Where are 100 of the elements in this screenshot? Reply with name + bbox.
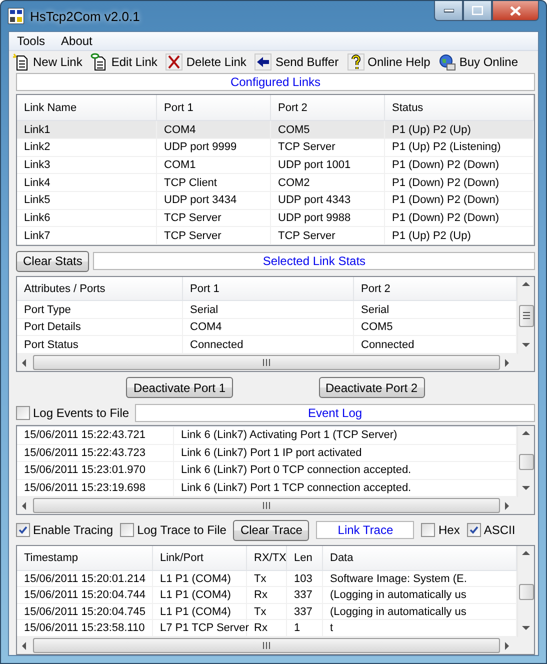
table-row[interactable]: 15/06/2011 15:22:43.723 Link 6 (Link7) Port 1 IP port activated — [17, 444, 517, 462]
vertical-scrollbar[interactable] — [517, 546, 534, 637]
column-header[interactable]: Timestamp — [17, 546, 153, 570]
column-header[interactable]: Link/Port — [153, 546, 247, 570]
scroll-left-arrow-icon[interactable] — [21, 502, 29, 510]
deactivate-port-button[interactable]: Deactivate Port 1 — [126, 377, 232, 398]
table-cell: 15/06/2011 15:22:43.721 — [24, 429, 146, 442]
scroll-thumb[interactable] — [33, 638, 500, 653]
scroll-right-arrow-icon[interactable] — [504, 642, 512, 650]
deactivate-port-button[interactable]: Deactivate Port 2 — [318, 377, 425, 398]
window-title: HsTcp2Com v2.0.1 — [30, 8, 140, 24]
minimize-button[interactable] — [434, 1, 463, 21]
toolbar-button[interactable]: Edit Link — [90, 53, 158, 71]
clear-stats-button[interactable]: Clear Stats — [16, 250, 90, 272]
check-mark-icon — [468, 525, 479, 535]
table-row[interactable]: 15/06/2011 15:20:04.744 L1 P1 (COM4) Rx 337 (Logging in automatically us — [17, 587, 517, 604]
ascii-checkbox[interactable]: ASCII — [466, 523, 516, 537]
scroll-down-arrow-icon[interactable] — [522, 485, 530, 493]
scroll-thumb[interactable] — [518, 454, 534, 470]
scroll-down-arrow-icon[interactable] — [522, 625, 530, 633]
table-row[interactable]: Port Status Connected Connected — [17, 336, 517, 354]
vertical-scrollbar[interactable] — [517, 277, 534, 354]
table-cell: Port Status — [24, 338, 78, 351]
minimize-icon — [444, 8, 454, 12]
table-row[interactable]: Link3 COM1 UDP port 1001 P1 (Down) P2 (Down) — [17, 156, 534, 174]
toolbar-button[interactable]: Online Help — [346, 53, 430, 71]
scroll-left-arrow-icon[interactable] — [21, 358, 29, 366]
edit-document-icon — [90, 53, 108, 71]
table-cell: Software Image: System (E. — [330, 572, 467, 585]
table-cell: Serial — [190, 304, 218, 316]
scroll-thumb[interactable] — [33, 355, 500, 370]
table-row[interactable]: 15/06/2011 15:23:58.110 L7 P1 TCP Server Rx 1 t — [17, 620, 517, 637]
column-header[interactable]: Port 2 — [271, 95, 385, 120]
table-cell: 15/06/2011 15:23:01.970 — [24, 464, 146, 476]
close-button[interactable] — [492, 1, 539, 21]
table-row[interactable]: 15/06/2011 15:22:43.721 Link 6 (Link7) Activating Port 1 (TCP Server) — [17, 427, 517, 444]
table-cell: TCP Client — [164, 176, 217, 189]
section-caption: Link Trace — [316, 521, 414, 539]
table-cell: Link1 — [24, 124, 50, 136]
table-row[interactable]: Port Details COM4 COM5 — [17, 318, 517, 336]
table-cell: (Logging in automatically us — [330, 606, 466, 618]
scroll-thumb[interactable] — [33, 498, 500, 513]
column-header[interactable]: RX/TX — [247, 546, 287, 570]
column-header[interactable]: Len — [287, 546, 323, 570]
table-cell: 337 — [294, 606, 312, 618]
table-row[interactable]: Link4 TCP Client COM2 P1 (Down) P2 (Down) — [17, 174, 534, 192]
toolbar-button[interactable]: Delete Link — [165, 53, 246, 71]
horizontal-scrollbar[interactable] — [17, 354, 534, 371]
menu-item[interactable]: About — [55, 32, 98, 50]
table-cell: Tx — [254, 572, 266, 585]
column-header[interactable]: Status — [385, 95, 534, 120]
table-cell: 15/06/2011 15:20:04.744 — [24, 589, 146, 602]
scroll-right-arrow-icon[interactable] — [504, 502, 512, 510]
table-cell: L7 P1 TCP Server — [160, 622, 249, 634]
scroll-right-arrow-icon[interactable] — [504, 358, 512, 366]
table-row[interactable]: Link1 COM4 COM5 P1 (Up) P2 (Up) — [17, 121, 534, 140]
table-cell: TCP Server — [164, 212, 222, 224]
hex-checkbox[interactable]: Hex — [421, 523, 460, 537]
column-header[interactable]: Attributes / Ports — [17, 277, 183, 300]
app-icon — [8, 8, 24, 24]
maximize-button[interactable] — [463, 1, 492, 21]
table-row[interactable]: Link6 TCP Server UDP port 9988 P1 (Down) P2 (Down) — [17, 210, 534, 228]
scroll-thumb[interactable] — [518, 304, 534, 326]
column-header[interactable]: Link Name — [17, 95, 157, 120]
table-cell: UDP port 9988 — [278, 212, 351, 224]
table-cell: P1 (Up) P2 (Up) — [392, 230, 471, 242]
scroll-down-arrow-icon[interactable] — [522, 342, 530, 350]
table-cell: TCP Server — [278, 141, 336, 154]
scroll-up-arrow-icon[interactable] — [522, 550, 530, 558]
table-row[interactable]: Link2 UDP port 9999 TCP Server P1 (Up) P2 (Listening) — [17, 139, 534, 157]
horizontal-scrollbar[interactable] — [17, 497, 534, 514]
log-events-checkbox[interactable]: Log Events to File — [16, 406, 130, 420]
scroll-thumb[interactable] — [518, 584, 534, 600]
column-header[interactable]: Port 1 — [157, 95, 271, 120]
log-trace-checkbox[interactable]: Log Trace to File — [120, 523, 226, 537]
table-row[interactable]: 15/06/2011 15:23:19.698 Link 6 (Link7) Port 1 TCP connection accepted. — [17, 480, 517, 497]
scroll-up-arrow-icon[interactable] — [522, 281, 530, 289]
table-cell: L1 P1 (COM4) — [160, 572, 231, 585]
table-row[interactable]: Port Type Serial Serial — [17, 301, 517, 319]
table-cell: 15/06/2011 15:23:19.698 — [24, 482, 146, 494]
horizontal-scrollbar[interactable] — [17, 637, 534, 654]
scroll-up-arrow-icon[interactable] — [522, 430, 530, 438]
table-row[interactable]: Link7 TCP Server TCP Server P1 (Up) P2 (Up) — [17, 227, 534, 245]
clear-trace-button[interactable]: Clear Trace — [233, 520, 310, 540]
grip-icon — [262, 502, 271, 509]
menu-item[interactable]: Tools — [11, 32, 52, 50]
scroll-left-arrow-icon[interactable] — [21, 642, 29, 650]
toolbar-button[interactable]: New Link — [12, 53, 82, 71]
enable-tracing-checkbox[interactable]: Enable Tracing — [16, 523, 114, 537]
table-cell: TCP Server — [164, 230, 222, 242]
table-row[interactable]: 15/06/2011 15:20:01.214 L1 P1 (COM4) Tx 103 Software Image: System (E. — [17, 570, 517, 588]
vertical-scrollbar[interactable] — [517, 426, 534, 497]
table-cell: 103 — [294, 572, 312, 585]
table-row[interactable]: Link5 UDP port 3434 UDP port 4343 P1 (Down) P2 (Down) — [17, 192, 534, 210]
toolbar-button[interactable]: Send Buffer — [254, 53, 339, 71]
column-header[interactable]: Port 1 — [183, 277, 354, 300]
toolbar-button[interactable]: Buy Online — [438, 53, 518, 71]
table-row[interactable]: 15/06/2011 15:23:01.970 Link 6 (Link7) Port 0 TCP connection accepted. — [17, 462, 517, 480]
table-row[interactable]: 15/06/2011 15:20:04.745 L1 P1 (COM4) Tx 337 (Logging in automatically us — [17, 604, 517, 620]
table-cell: L1 P1 (COM4) — [160, 606, 231, 618]
